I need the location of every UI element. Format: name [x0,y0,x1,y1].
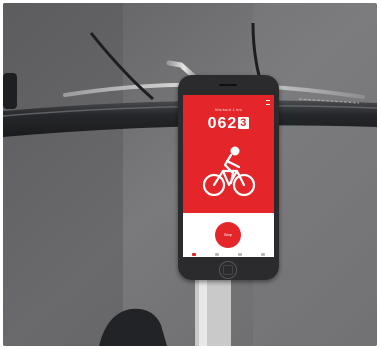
counter-digits: 062 [207,115,238,132]
photo-frame: Workout 1 km 062 3 Stop [3,3,377,346]
location-tab-icon[interactable] [237,252,242,256]
menu-icon[interactable] [266,100,270,105]
stats-tab-icon[interactable] [260,252,265,256]
phone-screen: Workout 1 km 062 3 Stop [183,95,274,257]
cyclist-icon [202,146,256,197]
distance-counter: 062 3 [183,115,274,133]
workout-panel: Workout 1 km 062 3 [183,95,274,213]
workout-title: Workout 1 km [215,107,242,112]
counter-last-digit: 3 [238,117,250,129]
bottom-nav [183,251,274,257]
home-button[interactable] [219,261,237,279]
route-tab-icon[interactable] [215,252,220,256]
bike-tab-icon[interactable] [192,252,197,256]
stop-button[interactable]: Stop [215,222,241,248]
home-square-icon [223,265,233,275]
phone-earpiece [219,84,237,86]
smartphone: Workout 1 km 062 3 Stop [178,75,279,280]
